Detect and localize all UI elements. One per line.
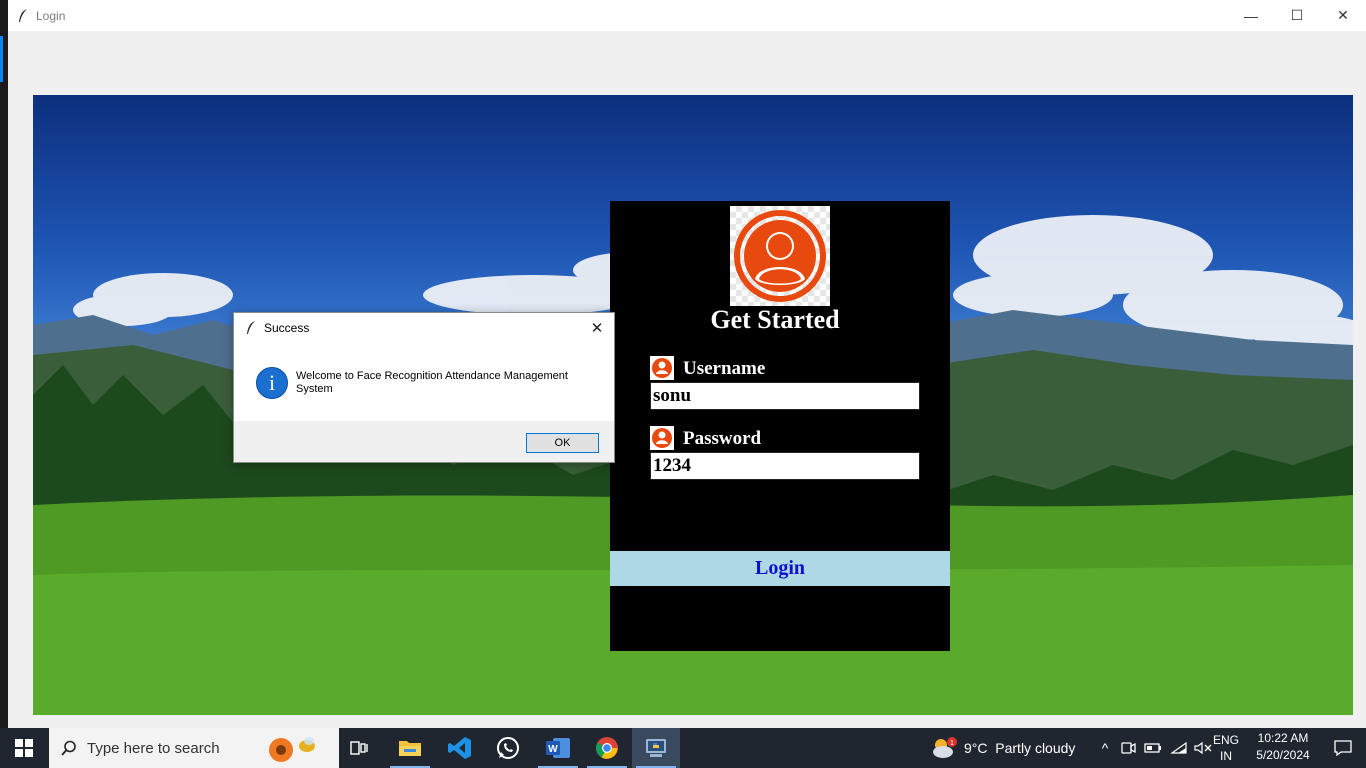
file-explorer-taskbar-button[interactable] xyxy=(386,728,434,768)
weather-widget[interactable]: 1 9°C Partly cloudy xyxy=(930,728,1075,768)
left-edge-accent xyxy=(0,36,3,82)
lang-code: ENG xyxy=(1212,733,1239,747)
taskbar: Type here to search W 1 9°C Partly cloud… xyxy=(0,728,1366,768)
weather-alert-badge: 1 xyxy=(950,740,954,747)
dialog-message: Welcome to Face Recognition Attendance M… xyxy=(296,370,568,395)
user-avatar-icon xyxy=(734,210,826,302)
meet-now-camera-icon[interactable] xyxy=(1120,740,1136,756)
svg-text:W: W xyxy=(548,744,558,755)
login-button[interactable]: Login xyxy=(610,551,950,586)
username-label-row: Username xyxy=(650,354,765,380)
dialog-footer: OK xyxy=(234,421,614,462)
window-title: Login xyxy=(36,8,66,23)
vscode-taskbar-button[interactable] xyxy=(436,728,484,768)
lang-region: IN xyxy=(1220,749,1232,763)
show-hidden-icons-chevron-up-icon[interactable]: ^ xyxy=(1096,740,1114,756)
user-icon xyxy=(650,356,674,380)
taskbar-clock[interactable]: 10:22 AM 5/20/2024 xyxy=(1248,730,1318,764)
user-icon xyxy=(650,426,674,450)
maximize-button[interactable]: ☐ xyxy=(1274,0,1320,31)
dialog-close-button[interactable]: ✕ xyxy=(586,317,608,339)
dialog-body: i Welcome to Face Recognition Attendance… xyxy=(234,343,614,421)
word-icon: W xyxy=(546,738,570,758)
start-button[interactable] xyxy=(0,728,48,768)
chrome-taskbar-button[interactable] xyxy=(583,728,631,768)
battery-icon[interactable] xyxy=(1144,742,1162,754)
python-icon xyxy=(646,739,666,757)
weather-text: 9°C Partly cloudy xyxy=(964,740,1076,756)
close-button[interactable]: ✕ xyxy=(1320,0,1366,31)
input-language-indicator[interactable]: ENG IN xyxy=(1208,732,1244,764)
password-label: Password xyxy=(683,428,762,449)
username-label: Username xyxy=(683,358,766,379)
ok-button[interactable]: OK xyxy=(526,433,599,453)
notification-icon xyxy=(1334,740,1352,756)
python-taskbar-button[interactable] xyxy=(632,728,680,768)
clock-time: 10:22 AM xyxy=(1257,731,1309,745)
windows-logo-icon xyxy=(15,739,33,757)
search-placeholder: Type here to search xyxy=(87,739,220,757)
system-tray-icons: ^ xyxy=(1096,728,1212,768)
feather-icon xyxy=(247,321,255,334)
whatsapp-icon xyxy=(497,737,519,759)
title-bar[interactable]: Login — ☐ ✕ xyxy=(8,0,1366,31)
get-started-heading: Get Started xyxy=(710,305,840,334)
password-input[interactable] xyxy=(650,452,920,480)
task-view-button[interactable] xyxy=(336,728,384,768)
partly-cloudy-weather-icon: 1 xyxy=(933,737,957,758)
search-icon xyxy=(61,740,76,756)
password-label-row: Password xyxy=(650,424,761,450)
login-panel: Get Started Username Password Login xyxy=(610,201,950,651)
feather-icon xyxy=(19,8,27,22)
minimize-button[interactable]: — xyxy=(1228,0,1274,31)
dialog-title-bar[interactable]: Success xyxy=(234,313,614,343)
clock-date: 5/20/2024 xyxy=(1256,748,1310,762)
username-input[interactable] xyxy=(650,382,920,410)
chrome-icon xyxy=(596,737,618,759)
success-dialog: Success ✕ i Welcome to Face Recognition … xyxy=(233,312,615,463)
vscode-icon xyxy=(448,737,471,759)
info-icon: i xyxy=(256,367,288,399)
avatar-image xyxy=(730,206,830,306)
wifi-icon[interactable] xyxy=(1170,741,1188,755)
task-view-icon xyxy=(350,741,368,755)
folder-icon xyxy=(399,741,421,756)
word-taskbar-button[interactable]: W xyxy=(534,728,582,768)
notification-center-button[interactable] xyxy=(1320,728,1366,768)
left-edge-strip xyxy=(0,0,8,728)
whatsapp-taskbar-button[interactable] xyxy=(484,728,532,768)
flower-bee-search-art-icon xyxy=(269,737,315,762)
dialog-title: Success xyxy=(264,321,310,335)
taskbar-search-box[interactable]: Type here to search xyxy=(49,728,339,768)
